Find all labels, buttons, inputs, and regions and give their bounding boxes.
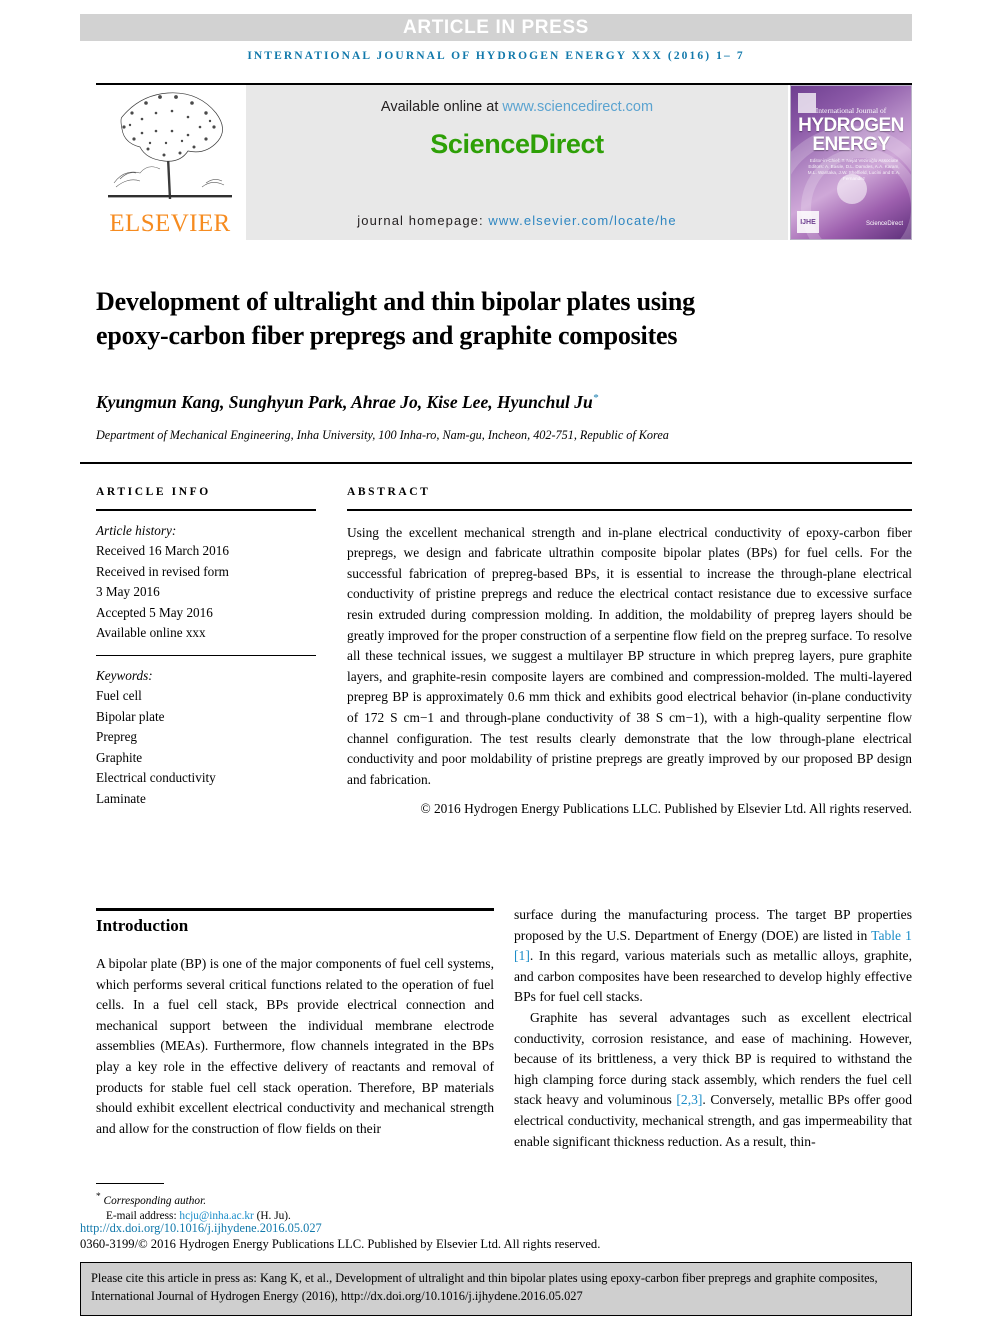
corresponding-author-text: Corresponding author. <box>103 1194 207 1207</box>
intro-paragraph-2: surface during the manufacturing process… <box>514 905 912 1008</box>
keywords-list: Keywords: Fuel cell Bipolar plate Prepre… <box>96 666 316 810</box>
article-in-press-label: ARTICLE IN PRESS <box>403 16 589 38</box>
intro-paragraph-1: A bipolar plate (BP) is one of the major… <box>96 956 494 1136</box>
intro-p2-part-b: . In this regard, various materials such… <box>514 948 912 1005</box>
abstract-rule <box>347 509 912 511</box>
abstract-copyright: © 2016 Hydrogen Energy Publications LLC.… <box>420 801 912 817</box>
article-info-heading: ARTICLE INFO <box>96 486 211 498</box>
available-online-line: Available online at www.sciencedirect.co… <box>246 99 788 115</box>
author-names: Kyungmun Kang, Sunghyun Park, Ahrae Jo, … <box>96 392 593 412</box>
article-info-column: ARTICLE INFO Article history: Received 1… <box>96 486 316 809</box>
keywords-label: Keywords: <box>96 667 153 683</box>
cover-title-line3: ENERGY <box>812 134 890 155</box>
abstract-column: ABSTRACT Using the excellent mechanical … <box>347 486 912 817</box>
journal-homepage-link[interactable]: www.elsevier.com/locate/he <box>488 213 676 228</box>
keywords-rule <box>96 654 316 656</box>
introduction-heading: Introduction <box>96 916 189 935</box>
journal-homepage-line: journal homepage: www.elsevier.com/locat… <box>246 213 788 228</box>
page-title: Development of ultralight and thin bipol… <box>96 287 695 351</box>
cover-ijhe-badge: IJHE <box>797 211 819 233</box>
citation-box: Please cite this article in press as: Ka… <box>80 1262 912 1316</box>
article-history-label: Article history: <box>96 522 177 538</box>
keyword-item: Graphite <box>96 749 143 765</box>
affiliation: Department of Mechanical Engineering, In… <box>96 428 669 442</box>
journal-running-head: INTERNATIONAL JOURNAL OF HYDROGEN ENERGY… <box>247 50 745 62</box>
body-column-left: Introduction A bipolar plate (BP) is one… <box>96 916 494 1139</box>
article-history: Article history: Received 16 March 2016 … <box>96 521 316 644</box>
journal-cover-thumbnail: International Journal of HYDROGEN ENERGY… <box>790 85 912 240</box>
issn-copyright-line: 0360-3199/© 2016 Hydrogen Energy Publica… <box>80 1237 601 1251</box>
intro-p2-part-a: surface during the manufacturing process… <box>514 907 912 943</box>
abstract-heading: ABSTRACT <box>347 486 431 498</box>
keyword-item: Bipolar plate <box>96 708 165 724</box>
keyword-item: Prepreg <box>96 729 138 745</box>
keyword-item: Laminate <box>96 790 146 806</box>
intro-paragraph-3: Graphite has several advantages such as … <box>514 1008 912 1152</box>
article-info-rule <box>96 509 316 511</box>
citation-23-link[interactable]: [2,3] <box>676 1092 702 1107</box>
masthead: ELSEVIER Available online at www.science… <box>96 85 912 240</box>
abstract-body: Using the excellent mechanical strength … <box>347 524 912 787</box>
asterisk-icon: * <box>96 1192 101 1202</box>
doi-link[interactable]: http://dx.doi.org/10.1016/j.ijhydene.201… <box>80 1221 780 1236</box>
sciencedirect-banner: Available online at www.sciencedirect.co… <box>246 85 788 240</box>
footnote-block: * Corresponding author. E-mail address: … <box>96 1190 516 1225</box>
history-item: Received 16 March 2016 <box>96 543 229 559</box>
history-item: Accepted 5 May 2016 <box>96 604 213 620</box>
sciencedirect-wordmark: ScienceDirect <box>430 129 604 159</box>
article-in-press-banner: ARTICLE IN PRESS <box>80 14 912 41</box>
cover-editors: Editor-in-Chief: T. Nejat Veziroğlu Asso… <box>807 158 901 181</box>
history-item: 3 May 2016 <box>96 584 160 600</box>
keyword-item: Fuel cell <box>96 688 142 704</box>
corresponding-author-marker[interactable]: * <box>593 392 599 404</box>
history-item: Available online xxx <box>96 625 206 641</box>
cover-title-line1: International Journal of <box>815 106 887 115</box>
author-list: Kyungmun Kang, Sunghyun Park, Ahrae Jo, … <box>96 392 886 413</box>
keyword-item: Electrical conductivity <box>96 770 216 786</box>
available-online-prefix: Available online at <box>380 99 503 115</box>
elsevier-logo: ELSEVIER <box>96 85 244 240</box>
introduction-top-rule <box>96 908 494 911</box>
elsevier-wordmark: ELSEVIER <box>109 210 231 237</box>
body-column-right: surface during the manufacturing process… <box>514 905 912 1152</box>
elsevier-tree-icon <box>108 92 232 200</box>
cover-sciencedirect-mark: ScienceDirect <box>865 221 903 227</box>
journal-homepage-prefix: journal homepage: <box>357 213 489 228</box>
keywords-block: Keywords: Fuel cell Bipolar plate Prepre… <box>96 654 316 810</box>
sciencedirect-link[interactable]: www.sciencedirect.com <box>502 99 653 115</box>
footnote-rule <box>96 1183 164 1185</box>
history-item: Received in revised form <box>96 563 229 579</box>
info-abstract-top-rule <box>80 462 912 464</box>
corresponding-author-note: * Corresponding author. <box>96 1190 516 1209</box>
